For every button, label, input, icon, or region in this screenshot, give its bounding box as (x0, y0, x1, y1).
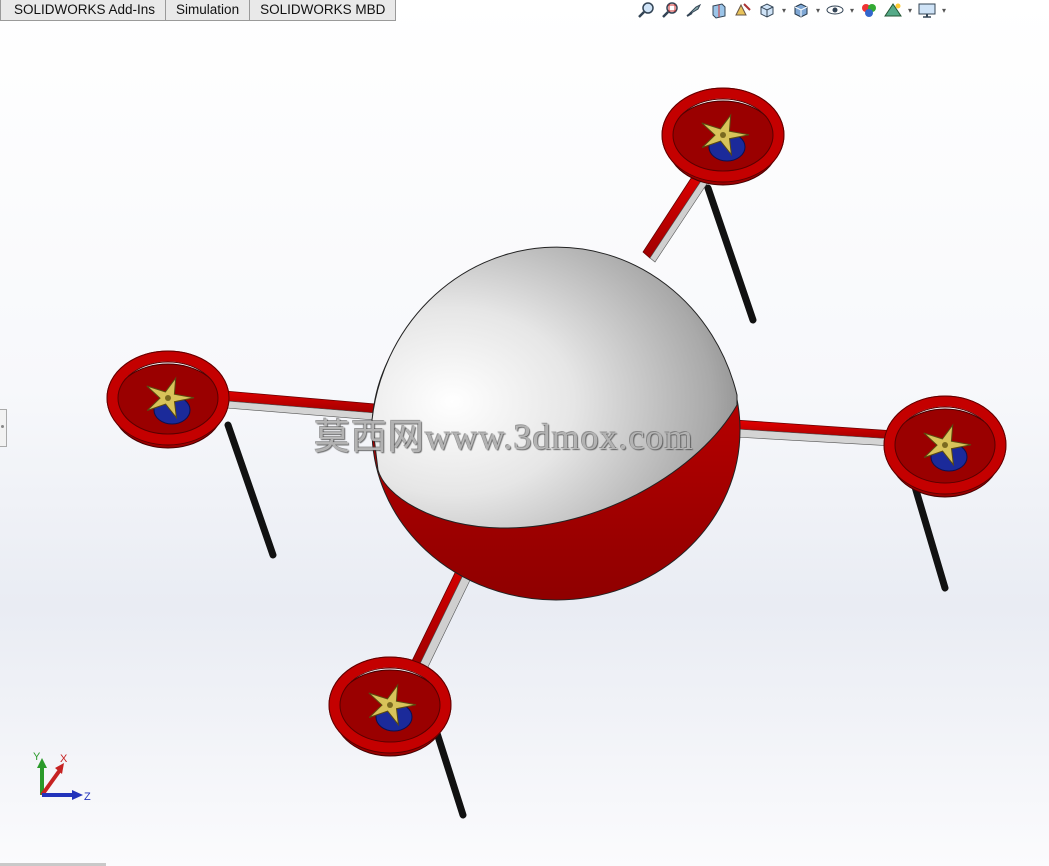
triad-y-label: Y (33, 751, 41, 763)
rotor (883, 395, 1007, 498)
rotor (328, 656, 452, 757)
triad-x-label: X (60, 753, 68, 765)
rotor (661, 87, 785, 186)
landing-leg (224, 421, 277, 559)
reference-triad: Y X Z (33, 751, 91, 803)
graphics-area[interactable] (0, 0, 1049, 866)
drone-body (371, 246, 741, 601)
triad-z-label: Z (84, 791, 91, 803)
rotor (106, 350, 230, 449)
landing-leg (704, 184, 757, 324)
landing-leg (432, 726, 467, 819)
